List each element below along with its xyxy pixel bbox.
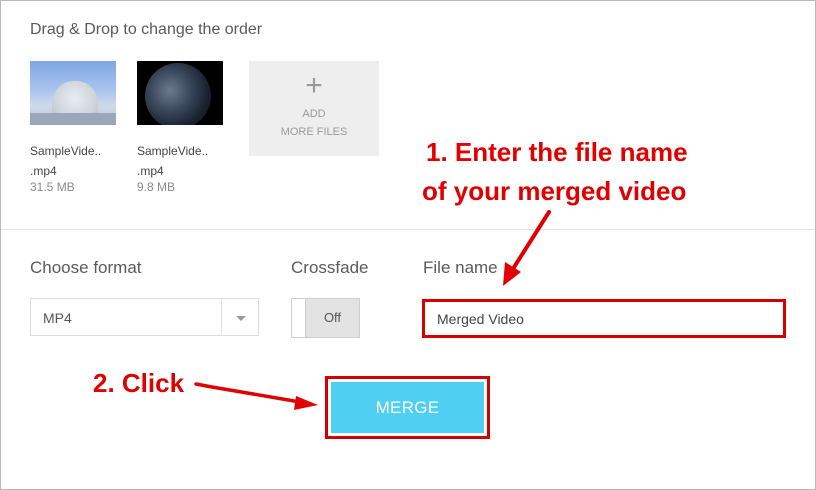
add-label-line2: MORE FILES	[280, 126, 348, 138]
plus-icon: +	[305, 69, 323, 102]
file-name-1-line1: SampleVide..	[30, 144, 102, 158]
file-name-input[interactable]	[422, 299, 786, 338]
thumbnail-planet	[145, 63, 211, 125]
add-more-files-button[interactable]: + ADD MORE FILES	[249, 61, 379, 156]
section-divider	[1, 229, 814, 230]
annotation-step1-line1: 1. Enter the file name	[426, 137, 688, 167]
crossfade-label: Crossfade	[291, 258, 369, 277]
toggle-knob	[292, 299, 306, 337]
add-more-files-label: ADD MORE FILES	[249, 105, 379, 141]
annotation-step2: 2. Click	[93, 368, 185, 398]
crossfade-state: Off	[306, 299, 359, 337]
crossfade-toggle[interactable]: Off	[291, 298, 360, 338]
video-thumbnail-1[interactable]	[30, 61, 116, 125]
file-name-label: File name	[423, 258, 498, 277]
video-thumbnail-2[interactable]	[137, 61, 223, 125]
select-separator	[221, 299, 222, 335]
file-name-2-line2: .mp4	[137, 164, 164, 178]
add-label-line1: ADD	[302, 108, 326, 120]
file-name-1-line2: .mp4	[30, 164, 57, 178]
drag-drop-instructions: Drag & Drop to change the order	[30, 21, 263, 38]
file-size-2: 9.8 MB	[137, 180, 176, 194]
file-name-2-line1: SampleVide..	[137, 144, 209, 158]
chevron-down-icon[interactable]	[236, 316, 246, 321]
choose-format-label: Choose format	[30, 258, 142, 277]
annotation-step1-line2: of your merged video	[422, 176, 687, 206]
file-name-1: SampleVide.. .mp4	[30, 144, 101, 179]
merge-button[interactable]: MERGE	[331, 382, 484, 433]
format-selected-value: MP4	[43, 310, 72, 326]
file-name-2: SampleVide.. .mp4	[137, 144, 208, 179]
file-size-1: 31.5 MB	[30, 180, 75, 194]
thumbnail-ground	[30, 113, 116, 125]
format-select[interactable]: MP4	[30, 298, 259, 336]
